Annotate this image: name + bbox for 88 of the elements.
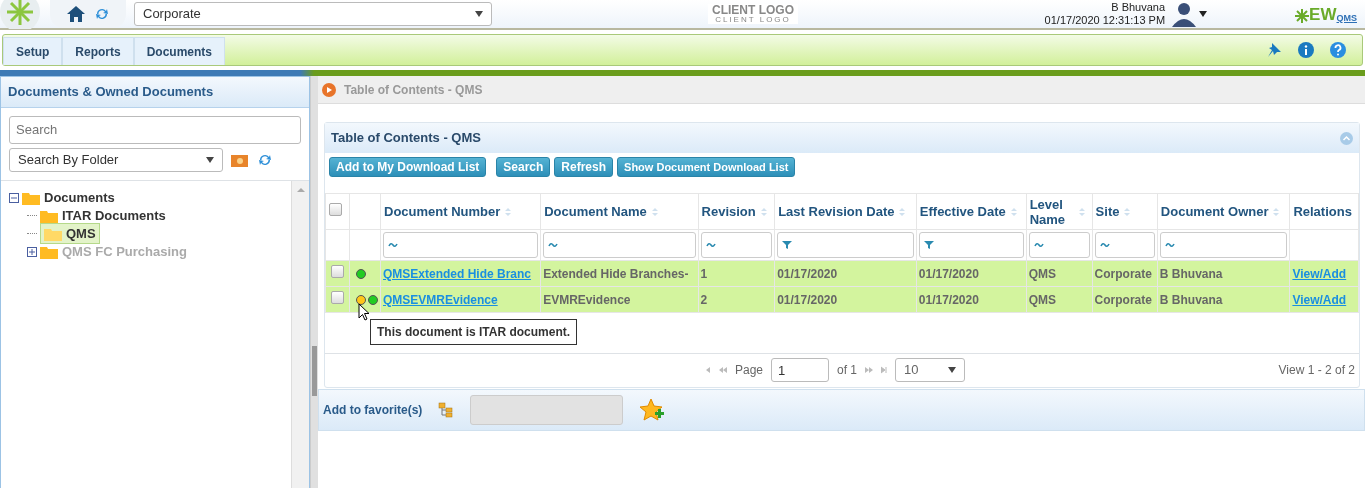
filter-field[interactable]	[918, 232, 1024, 258]
table-cell: Extended Hide Branches-	[543, 266, 689, 281]
caret-icon	[475, 11, 483, 17]
table-cell: 01/17/2020	[918, 292, 979, 307]
user-name: B Bhuvana	[1110, 1, 1166, 14]
table-cell: EVMREvidence	[543, 292, 631, 307]
sort-icon[interactable]	[898, 206, 907, 217]
table-cell: B Bhuvana	[1159, 292, 1223, 307]
site-select[interactable]: Corporate	[134, 2, 492, 26]
checkbox[interactable]	[331, 264, 344, 278]
menu-tab[interactable]: Setup	[3, 37, 63, 65]
date-time: 01/17/2020 12:31:13 PM	[1044, 14, 1166, 27]
folder-search-icon[interactable]	[231, 152, 249, 167]
brand-logo: EWQMS	[1295, 5, 1357, 23]
sort-icon[interactable]	[759, 206, 768, 217]
menu-tab[interactable]: Documents	[133, 37, 226, 65]
avatar-icon[interactable]	[1171, 1, 1198, 27]
page-size-select[interactable]: 10	[895, 358, 966, 382]
logo-icon	[1295, 8, 1310, 23]
table-cell: B Bhuvana	[1159, 266, 1223, 281]
caret-icon[interactable]	[1199, 11, 1208, 17]
sort-icon[interactable]	[650, 206, 659, 217]
table-cell: QMS	[1028, 292, 1056, 307]
contains-filter-icon	[548, 240, 559, 250]
table-cell: Corporate	[1094, 292, 1152, 307]
help-icon[interactable]	[1330, 42, 1346, 58]
search-field[interactable]: Search	[9, 115, 301, 144]
filter-field[interactable]	[383, 232, 539, 258]
menu-tab[interactable]: Reports	[62, 37, 134, 65]
filter-field[interactable]	[1159, 232, 1288, 258]
filter-icon	[923, 240, 934, 250]
folder-select[interactable]: Search By Folder	[9, 147, 223, 172]
info-icon[interactable]	[1298, 42, 1314, 58]
tooltip: This document is ITAR document.	[370, 319, 578, 345]
table-cell: 01/17/2020	[777, 266, 838, 281]
cursor-icon	[358, 303, 370, 321]
sort-icon[interactable]	[1123, 206, 1132, 217]
pin-icon[interactable]	[1266, 42, 1282, 58]
last-page-icon[interactable]	[881, 366, 888, 374]
contains-filter-icon	[1164, 240, 1175, 250]
filter-field[interactable]	[1094, 232, 1155, 258]
table-cell: 2	[700, 292, 708, 307]
page-count: of 1	[837, 362, 858, 379]
splitter-handle[interactable]	[312, 346, 317, 396]
client-logo: CLIENT LOGO CLIENT LOGO	[708, 4, 798, 24]
sort-icon[interactable]	[1077, 206, 1086, 217]
folder-icon	[22, 190, 40, 205]
collapse-icon[interactable]	[9, 192, 19, 203]
breadcrumb-icon[interactable]	[322, 82, 336, 97]
table-cell: 1	[700, 266, 708, 281]
filter-field[interactable]	[777, 232, 914, 258]
contains-filter-icon	[1099, 240, 1110, 250]
table-cell: 01/17/2020	[777, 292, 838, 307]
folder-icon	[44, 226, 62, 241]
sort-icon[interactable]	[1272, 206, 1281, 217]
filter-icon	[782, 240, 793, 250]
panel-title: Table of Contents - QMS	[331, 129, 481, 148]
caret-icon	[948, 367, 957, 373]
home-icon[interactable]	[66, 5, 86, 23]
tree-item[interactable]: Documents	[22, 187, 115, 208]
filter-field[interactable]	[1028, 232, 1090, 258]
favorite-field[interactable]	[470, 394, 624, 425]
next-page-icon[interactable]	[865, 366, 874, 374]
table-cell: 01/17/2020	[918, 266, 979, 281]
page-field[interactable]: 1	[771, 358, 830, 382]
contains-filter-icon	[388, 240, 398, 250]
contains-filter-icon	[705, 240, 716, 250]
add-star-icon[interactable]	[639, 397, 666, 422]
caret-icon	[206, 156, 214, 163]
refresh-icon[interactable]	[94, 6, 110, 22]
contains-filter-icon	[1033, 240, 1044, 250]
previous-page-icon[interactable]	[719, 366, 727, 374]
tree-item[interactable]: QMS	[40, 222, 100, 245]
sort-icon[interactable]	[1009, 206, 1018, 217]
logo-icon	[0, 0, 40, 29]
checkbox[interactable]	[331, 290, 344, 304]
table-cell: Corporate	[1094, 266, 1152, 281]
record-count: View 1 - 2 of 2	[1278, 362, 1355, 379]
first-page-icon[interactable]	[705, 366, 711, 374]
filter-field[interactable]	[543, 232, 696, 258]
table-cell: QMS	[1028, 266, 1056, 281]
page-label: Page	[735, 362, 764, 379]
filter-field[interactable]	[700, 232, 773, 258]
favorites-label: Add to favorite(s)	[323, 401, 423, 419]
sort-icon[interactable]	[504, 206, 513, 217]
folder-tree-icon[interactable]	[438, 401, 455, 418]
checkbox[interactable]	[329, 202, 342, 216]
panel-title: Documents & Owned Documents	[1, 77, 309, 108]
